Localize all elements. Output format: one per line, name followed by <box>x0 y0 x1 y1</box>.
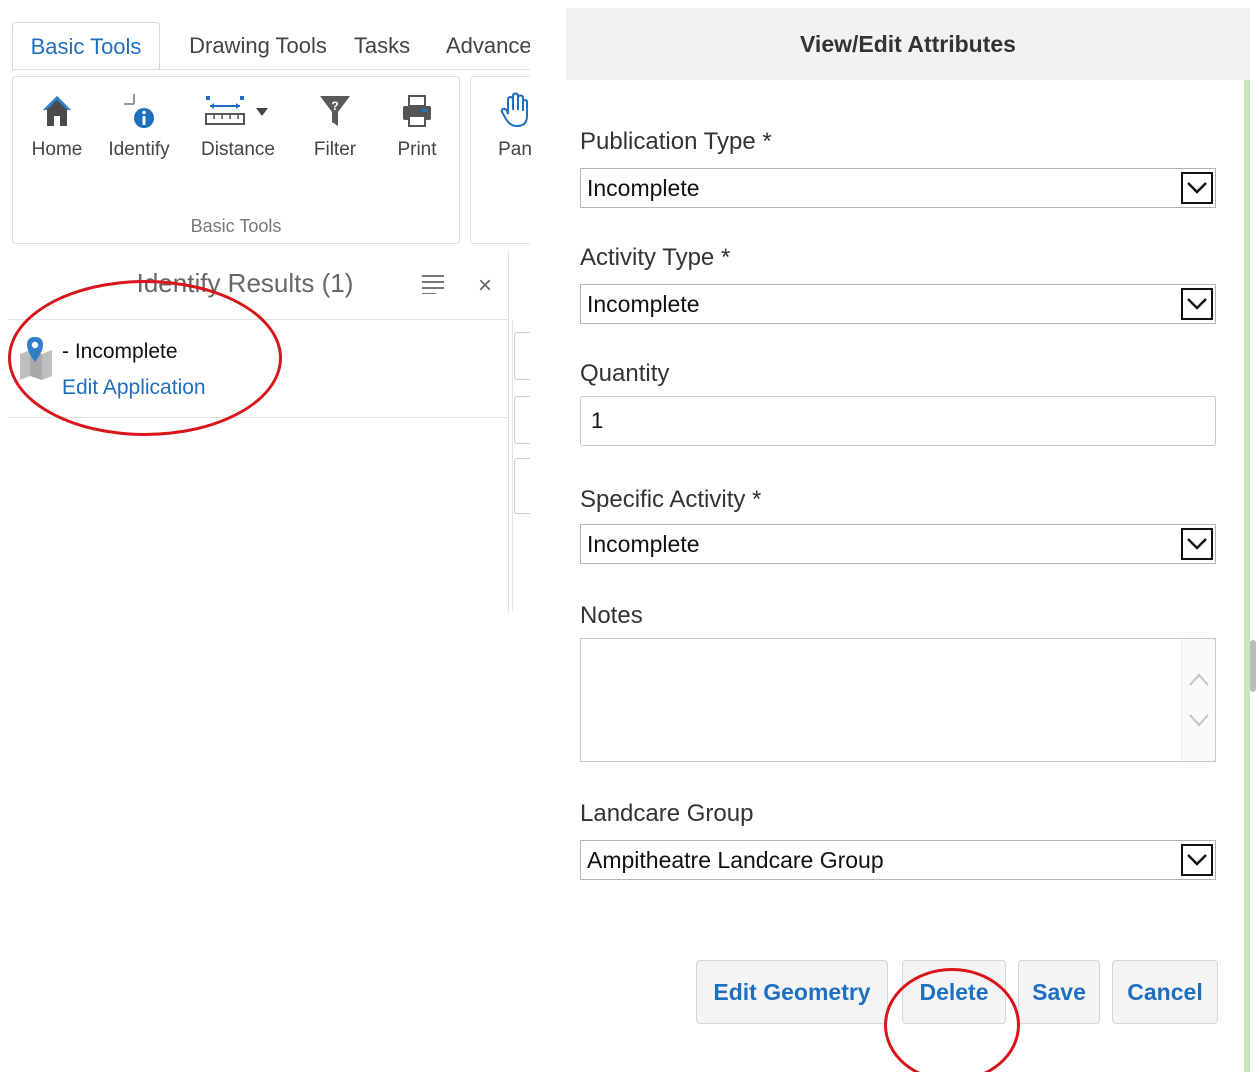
ruler-icon <box>202 87 274 135</box>
edit-geometry-button[interactable]: Edit Geometry <box>696 960 888 1024</box>
landcare-group-select[interactable]: Ampitheatre Landcare Group <box>580 840 1216 880</box>
navigation-group: Pan <box>470 76 532 244</box>
chevron-down-icon <box>1189 714 1209 727</box>
print-label: Print <box>397 139 437 160</box>
printer-icon <box>400 87 434 135</box>
distance-tool[interactable]: Distance <box>193 87 283 161</box>
panel-divider <box>508 252 509 612</box>
basic-tools-group: Home Identify Distance ? Filter Print Ba… <box>12 76 460 244</box>
pan-label: Pan <box>498 139 532 160</box>
map-control[interactable] <box>514 332 530 380</box>
identify-results-header: Identify Results (1) × <box>8 252 508 320</box>
list-item: - Incomplete Edit Application <box>8 320 508 418</box>
publication-type-select[interactable]: Incomplete <box>580 168 1216 208</box>
home-label: Home <box>31 139 83 160</box>
quantity-label: Quantity <box>580 360 670 387</box>
chevron-down-icon[interactable] <box>1181 288 1213 320</box>
ribbon-tabs: Basic Tools Drawing Tools Tasks Advance <box>12 22 530 70</box>
save-button[interactable]: Save <box>1018 960 1100 1024</box>
edit-application-link[interactable]: Edit Application <box>62 376 206 400</box>
hand-icon <box>500 87 530 135</box>
print-tool[interactable]: Print <box>387 87 447 161</box>
scrollbar[interactable] <box>1250 640 1256 692</box>
activity-type-value: Incomplete <box>587 290 700 317</box>
panel-title: View/Edit Attributes <box>566 8 1250 80</box>
tab-advanced[interactable]: Advance <box>446 22 530 70</box>
filter-icon: ? <box>318 87 352 135</box>
notes-textarea[interactable] <box>580 638 1216 762</box>
publication-type-label: Publication Type * <box>580 128 772 155</box>
edit-attributes-panel: View/Edit Attributes Publication Type * … <box>566 0 1256 1072</box>
tab-basic-tools[interactable]: Basic Tools <box>12 22 160 70</box>
menu-icon[interactable] <box>422 274 446 300</box>
landcare-group-value: Ampitheatre Landcare Group <box>587 846 884 873</box>
chevron-down-icon[interactable] <box>1181 172 1213 204</box>
cancel-button[interactable]: Cancel <box>1112 960 1218 1024</box>
chevron-down-icon <box>256 108 268 116</box>
landcare-group-label: Landcare Group <box>580 800 754 827</box>
group-label: Basic Tools <box>190 216 282 236</box>
home-tool[interactable]: Home <box>27 87 87 161</box>
pan-tool[interactable]: Pan <box>495 87 535 161</box>
tab-divider <box>12 69 530 70</box>
publication-type-value: Incomplete <box>587 174 700 201</box>
tab-tasks[interactable]: Tasks <box>348 22 416 70</box>
identify-icon <box>122 87 156 135</box>
home-icon <box>41 87 73 135</box>
notes-label: Notes <box>580 602 643 629</box>
result-title: - Incomplete <box>62 340 178 363</box>
specific-activity-value: Incomplete <box>587 530 700 557</box>
identify-tool[interactable]: Identify <box>107 87 171 161</box>
identify-label: Identify <box>108 139 170 160</box>
close-icon[interactable]: × <box>478 272 492 300</box>
activity-type-select[interactable]: Incomplete <box>580 284 1216 324</box>
specific-activity-select[interactable]: Incomplete <box>580 524 1216 564</box>
map-control[interactable] <box>514 396 530 444</box>
distance-label: Distance <box>201 139 275 160</box>
filter-tool[interactable]: ? Filter <box>305 87 365 161</box>
identify-results-title: Identify Results (1) <box>136 268 354 298</box>
quantity-input[interactable]: 1 <box>580 396 1216 446</box>
chevron-up-icon <box>1189 673 1209 686</box>
specific-activity-label: Specific Activity * <box>580 486 762 513</box>
map-control[interactable] <box>514 458 530 514</box>
quantity-value: 1 <box>591 408 604 433</box>
filter-label: Filter <box>313 139 357 160</box>
map-pin-icon <box>18 336 54 385</box>
left-panel: Basic Tools Drawing Tools Tasks Advance … <box>0 0 532 612</box>
tab-drawing-tools[interactable]: Drawing Tools <box>172 22 344 70</box>
chevron-down-icon[interactable] <box>1181 528 1213 560</box>
activity-type-label: Activity Type * <box>580 244 731 271</box>
panel-edge <box>1244 80 1250 1072</box>
chevron-down-icon[interactable] <box>1181 844 1213 876</box>
textarea-scrollbar[interactable] <box>1181 639 1215 761</box>
svg-text:?: ? <box>331 99 338 113</box>
delete-button[interactable]: Delete <box>902 960 1006 1024</box>
